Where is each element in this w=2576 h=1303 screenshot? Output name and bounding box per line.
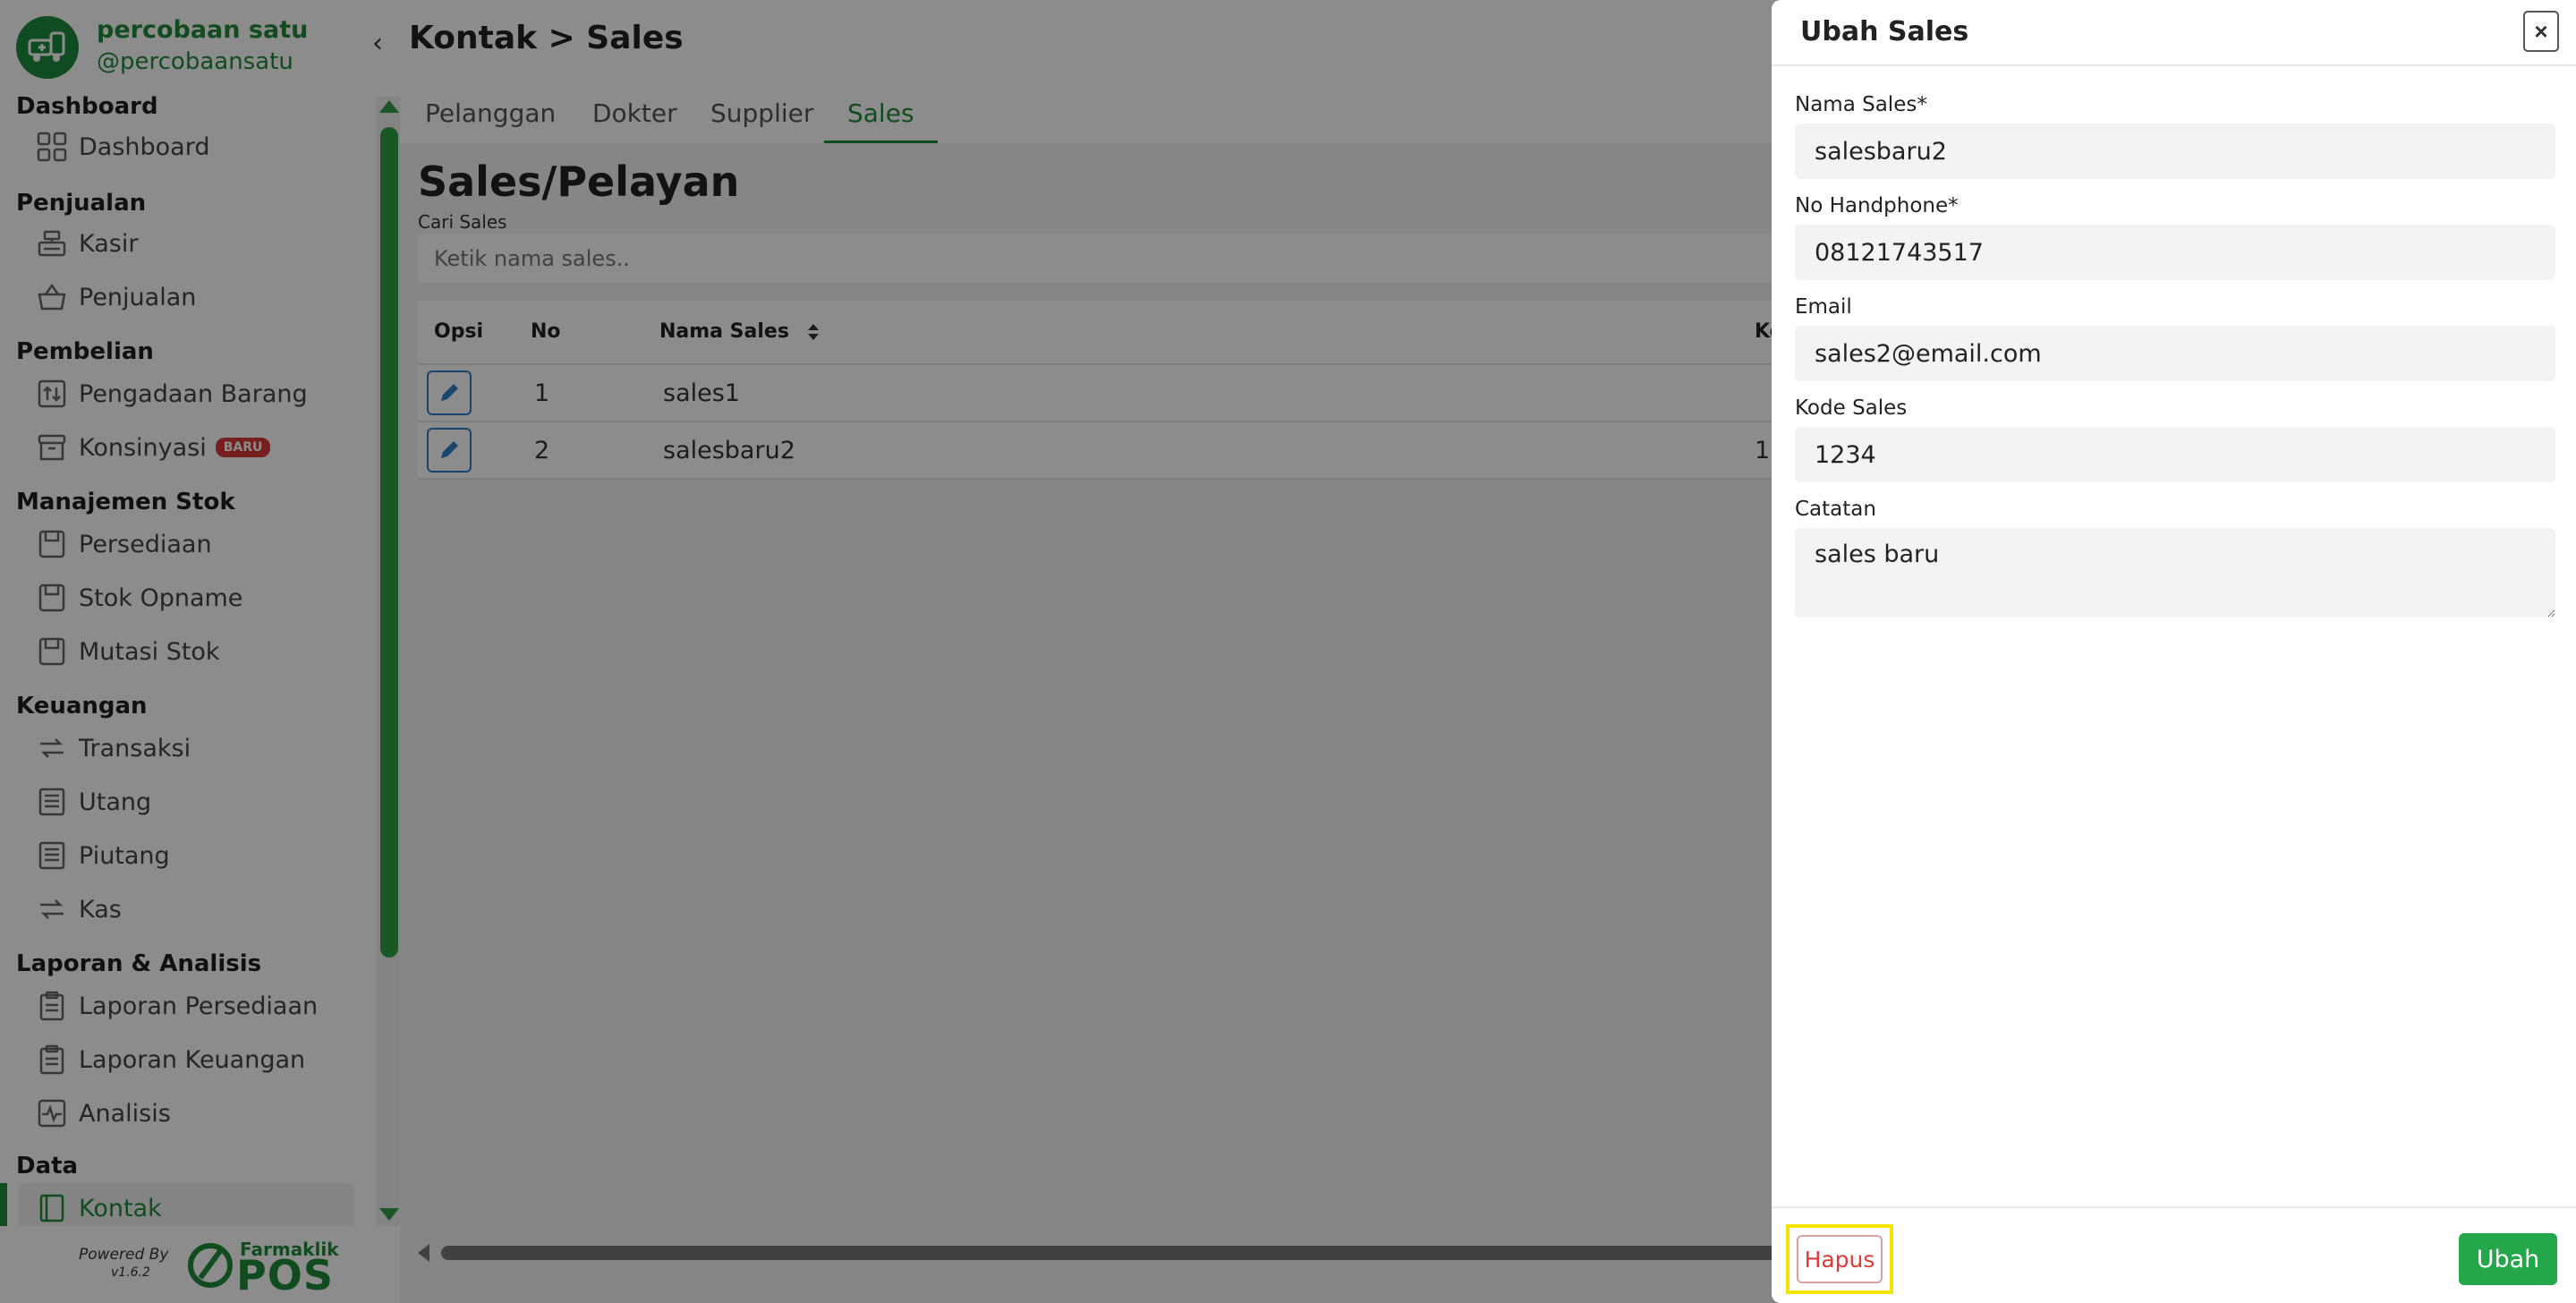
email-field[interactable]	[1795, 326, 2555, 381]
sales-name-field[interactable]	[1795, 123, 2555, 179]
save-button[interactable]: Ubah	[2459, 1233, 2557, 1285]
sales-code-field[interactable]	[1795, 427, 2555, 482]
drawer-footer: Hapus Ubah	[1772, 1206, 2576, 1303]
delete-button[interactable]: Hapus	[1797, 1235, 1883, 1283]
phone-field-label: No Handphone*	[1795, 194, 1959, 217]
phone-field[interactable]	[1795, 225, 2555, 280]
notes-field[interactable]: sales baru	[1795, 528, 2555, 617]
drawer-header: Ubah Sales ×	[1772, 0, 2576, 66]
drawer-title: Ubah Sales	[1800, 16, 1969, 47]
delete-button-highlight: Hapus	[1786, 1224, 1893, 1294]
close-icon: ×	[2534, 17, 2548, 45]
name-field-label: Nama Sales*	[1795, 93, 1927, 116]
notes-field-label: Catatan	[1795, 498, 1876, 521]
edit-sales-drawer: Ubah Sales × Nama Sales* No Handphone* E…	[1772, 0, 2576, 1303]
close-button[interactable]: ×	[2523, 11, 2559, 52]
email-field-label: Email	[1795, 295, 1852, 319]
code-field-label: Kode Sales	[1795, 396, 1908, 420]
